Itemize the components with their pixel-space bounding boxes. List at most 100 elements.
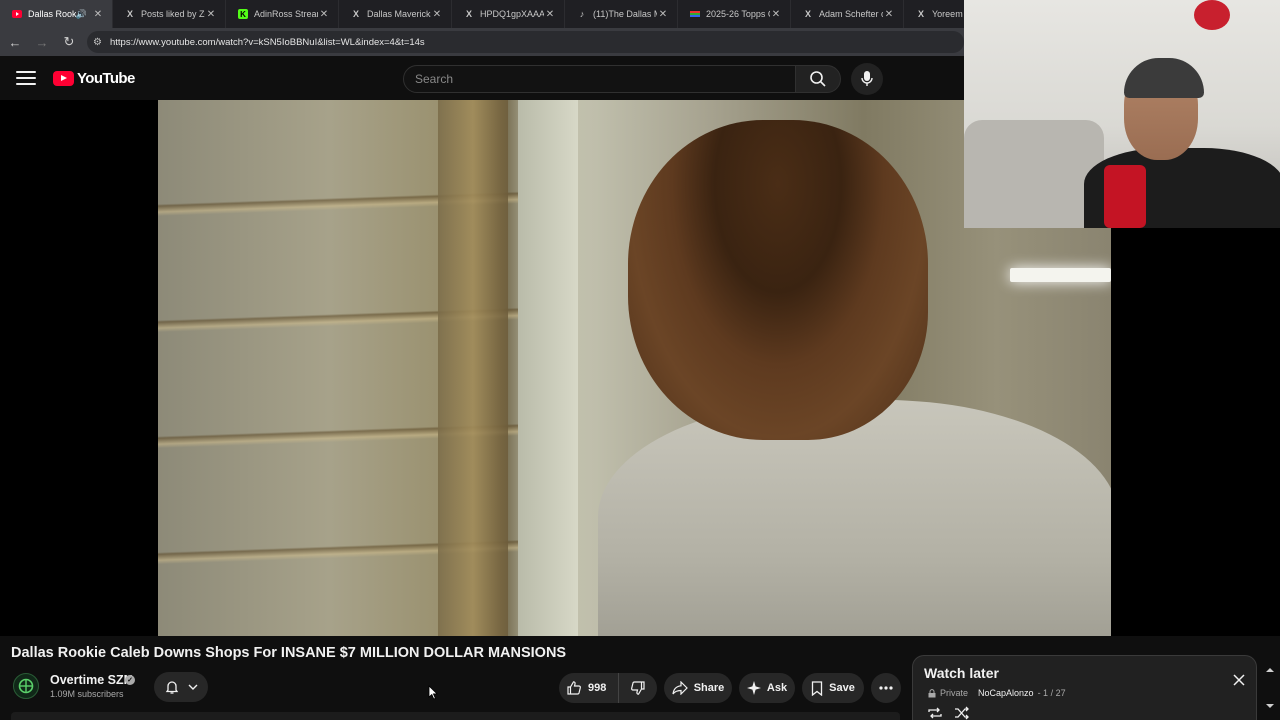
thumbs-up-icon	[567, 681, 581, 695]
tab-topps[interactable]: 2025-26 Topps Ch ✕	[678, 0, 791, 28]
close-tab-icon[interactable]: ✕	[883, 9, 895, 20]
webcam-couch	[964, 120, 1104, 228]
close-tab-icon[interactable]: ✕	[431, 9, 443, 20]
tab-title: (11)The Dallas Ma	[593, 9, 657, 19]
site-info-icon[interactable]: ⚙	[93, 37, 102, 48]
youtube-logo-text: YouTube	[77, 70, 135, 87]
ask-button[interactable]: Ask	[739, 673, 795, 703]
close-tab-icon[interactable]: ✕	[318, 9, 330, 20]
more-actions-button[interactable]	[871, 673, 901, 703]
video-frame-light	[1010, 268, 1111, 282]
url-field[interactable]: ⚙ https://www.youtube.com/watch?v=kSN5Io…	[87, 31, 964, 53]
video-frame-wall	[518, 100, 578, 636]
chevron-down-icon	[188, 684, 198, 690]
url-text: https://www.youtube.com/watch?v=kSN5IoBB…	[109, 36, 425, 48]
mouse-cursor-icon	[428, 685, 438, 700]
close-playlist-button[interactable]	[1231, 672, 1247, 688]
watch-later-panel: Watch later Private NoCapAlonzo - 1 / 27	[912, 655, 1257, 720]
tab-posts-liked[interactable]: X Posts liked by Zo ✕	[113, 0, 226, 28]
tab-title: AdinRoss Stream	[254, 9, 318, 19]
close-tab-icon[interactable]: ✕	[544, 9, 556, 20]
lock-icon	[928, 688, 936, 697]
playlist-title[interactable]: Watch later	[924, 665, 999, 681]
subscriber-count: 1.09M subscribers	[50, 689, 124, 699]
youtube-logo[interactable]: YouTube	[53, 70, 135, 87]
sparkle-icon	[746, 681, 761, 695]
save-label: Save	[829, 682, 855, 694]
close-icon	[1233, 674, 1245, 686]
save-button[interactable]: Save	[802, 673, 864, 703]
tab-title: Adam Schefter on	[819, 9, 883, 19]
tab-tiktok[interactable]: ♪ (11)The Dallas Ma ✕	[565, 0, 678, 28]
youtube-header: YouTube	[0, 56, 964, 100]
close-tab-icon[interactable]: ✕	[205, 9, 217, 20]
x-icon: X	[917, 9, 924, 19]
search-icon	[810, 71, 826, 87]
topps-icon	[690, 9, 700, 19]
close-tab-icon[interactable]: ✕	[657, 9, 669, 20]
microphone-icon	[861, 71, 873, 86]
close-tab-icon[interactable]: ✕	[770, 9, 782, 20]
like-button[interactable]: 998	[559, 673, 619, 703]
video-title: Dallas Rookie Caleb Downs Shops For INSA…	[11, 645, 567, 661]
description-box[interactable]	[11, 712, 900, 720]
like-dislike-group: 998	[559, 673, 657, 703]
share-label: Share	[693, 682, 725, 694]
webcam-red-object	[1194, 0, 1230, 30]
tab-title: Posts liked by Zo	[141, 9, 205, 19]
share-icon	[672, 681, 688, 695]
tiktok-icon: ♪	[579, 9, 585, 19]
thumbs-down-icon	[631, 681, 645, 695]
tab-dallas-rookie[interactable]: Dallas Rookie 🔊 ✕	[0, 0, 113, 28]
x-icon: X	[465, 9, 472, 19]
video-frame-person-body	[598, 400, 1111, 636]
scroll-up-icon[interactable]	[1264, 664, 1276, 676]
reload-icon[interactable]: ↻	[57, 30, 81, 54]
tab-title: Dallas Rookie	[28, 9, 76, 19]
tab-title: Dallas Mavericks	[367, 9, 431, 19]
playlist-privacy: Private	[940, 688, 969, 698]
bell-icon	[165, 681, 179, 694]
screen: Dallas Rookie 🔊 ✕ X Posts liked by Zo ✕ …	[0, 0, 1280, 720]
tab-adam-schefter[interactable]: X Adam Schefter on ✕	[791, 0, 904, 28]
youtube-icon	[12, 9, 22, 19]
x-icon: X	[804, 9, 811, 19]
x-icon: X	[352, 9, 359, 19]
shuffle-icon[interactable]	[954, 706, 970, 720]
search-input[interactable]	[415, 72, 795, 86]
back-icon[interactable]: ←	[3, 30, 27, 54]
loop-icon[interactable]	[927, 706, 943, 720]
hamburger-menu-icon[interactable]	[14, 68, 38, 88]
dislike-button[interactable]	[619, 673, 657, 703]
tab-hpdq[interactable]: X HPDQ1gpXAAAi3 ✕	[452, 0, 565, 28]
webcam-overlay	[964, 0, 1280, 228]
share-button[interactable]: Share	[664, 673, 732, 703]
address-bar: ← → ↻ ⚙ https://www.youtube.com/watch?v=…	[0, 28, 964, 56]
like-count: 998	[588, 682, 607, 694]
search-button[interactable]	[795, 65, 841, 93]
tab-adinross-stream[interactable]: K AdinRoss Stream ✕	[226, 0, 339, 28]
webcam-microphone	[1104, 165, 1146, 228]
video-frame-post	[438, 100, 508, 636]
notifications-button[interactable]	[154, 672, 208, 702]
channel-logo-icon	[18, 678, 34, 694]
tab-title: HPDQ1gpXAAAi3	[480, 9, 544, 19]
tab-yoreem[interactable]: X Yoreem A	[904, 0, 964, 28]
ask-label: Ask	[766, 682, 788, 694]
youtube-play-icon	[53, 71, 74, 86]
playlist-owner[interactable]: NoCapAlonzo	[978, 688, 1034, 698]
channel-name[interactable]: Overtime SZN	[50, 673, 133, 687]
playlist-position: - 1 / 27	[1037, 688, 1066, 698]
tab-dallas-mavericks[interactable]: X Dallas Mavericks ✕	[339, 0, 452, 28]
more-horizontal-icon	[879, 686, 893, 690]
scroll-down-icon[interactable]	[1264, 700, 1276, 712]
playlist-meta: Private NoCapAlonzo - 1 / 27	[928, 688, 1066, 698]
webcam-cap	[1124, 58, 1204, 98]
forward-icon[interactable]: →	[30, 30, 54, 54]
tab-title: 2025-26 Topps Ch	[706, 9, 770, 19]
close-tab-icon[interactable]: ✕	[92, 9, 104, 20]
kick-icon: K	[238, 9, 248, 19]
voice-search-button[interactable]	[851, 63, 883, 95]
channel-avatar[interactable]	[13, 673, 39, 699]
speaker-icon[interactable]: 🔊	[76, 9, 87, 20]
